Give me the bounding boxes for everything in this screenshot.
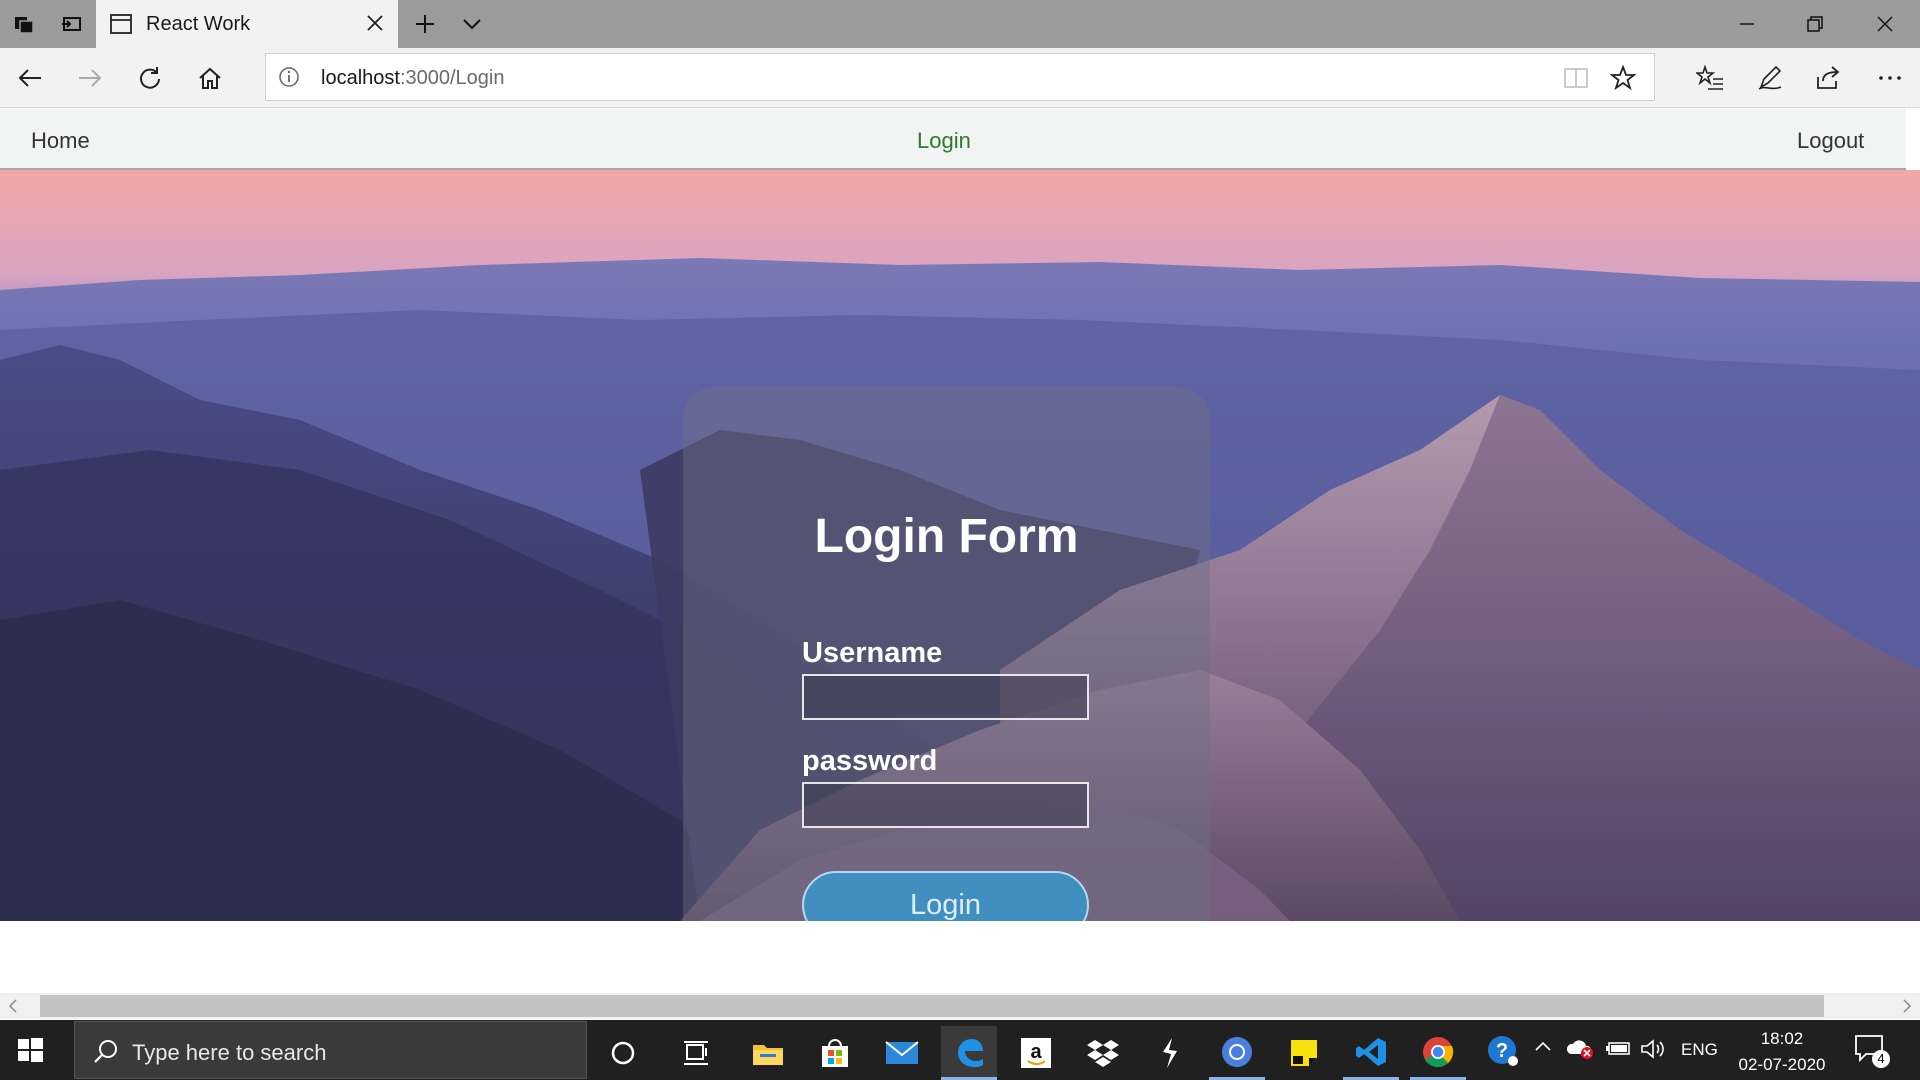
close-tab-icon[interactable] xyxy=(366,14,384,32)
more-options-icon[interactable] xyxy=(1876,64,1904,92)
dropbox-icon[interactable] xyxy=(1075,1026,1131,1080)
search-icon xyxy=(93,1038,119,1064)
amazon-icon[interactable]: a xyxy=(1008,1026,1064,1080)
scrollbar-thumb[interactable] xyxy=(40,995,1824,1017)
mountain-background-image: Login Form Username password Login xyxy=(0,170,1920,921)
username-label: Username xyxy=(802,637,943,669)
app-navbar: Home Login Logout xyxy=(0,108,1906,170)
address-bar[interactable]: localhost:3000/Login xyxy=(265,53,1655,101)
horizontal-scrollbar[interactable] xyxy=(0,993,1920,1019)
browser-toolbar: localhost:3000/Login xyxy=(0,48,1920,108)
svg-text:?: ? xyxy=(1496,1040,1508,1062)
clock-date: 02-07-2020 xyxy=(1738,1055,1826,1074)
url-text[interactable]: localhost:3000/Login xyxy=(321,67,504,90)
file-explorer-icon[interactable] xyxy=(740,1026,796,1080)
svg-text:a: a xyxy=(1030,1041,1042,1063)
password-input[interactable] xyxy=(802,782,1089,828)
search-placeholder: Type here to search xyxy=(132,1040,327,1065)
set-aside-tabs-icon[interactable] xyxy=(60,12,84,36)
nav-home-link[interactable]: Home xyxy=(31,128,90,154)
cortana-icon[interactable] xyxy=(595,1026,651,1080)
site-info-icon[interactable] xyxy=(278,66,300,88)
tab-title: React Work xyxy=(146,13,251,35)
help-icon[interactable]: ? xyxy=(1486,1034,1520,1068)
new-tab-icon[interactable] xyxy=(413,12,437,36)
notes-pen-icon[interactable] xyxy=(1756,64,1784,92)
back-icon[interactable] xyxy=(16,64,44,92)
windows-taskbar: Type here to search a ? ENG 18:02 02-07-… xyxy=(0,1020,1920,1080)
login-submit-button[interactable]: Login xyxy=(802,871,1089,921)
microsoft-store-icon[interactable] xyxy=(807,1026,863,1080)
tab-list-chevron-icon[interactable] xyxy=(460,12,484,36)
show-hidden-icons-chevron-icon[interactable] xyxy=(1534,1038,1552,1056)
volume-icon[interactable] xyxy=(1640,1038,1666,1060)
close-window-icon[interactable] xyxy=(1851,0,1919,48)
form-title: Login Form xyxy=(814,510,1079,563)
sublime-text-icon[interactable] xyxy=(1142,1026,1198,1080)
restore-icon[interactable] xyxy=(1781,0,1849,48)
task-view-icon[interactable] xyxy=(668,1026,724,1080)
taskbar-clock[interactable]: 18:02 02-07-2020 xyxy=(1736,1026,1828,1078)
favorites-icon[interactable] xyxy=(1696,64,1724,92)
home-icon[interactable] xyxy=(196,64,224,92)
input-language[interactable]: ENG xyxy=(1681,1040,1718,1060)
onedrive-error-icon[interactable] xyxy=(1566,1038,1594,1060)
taskbar-search-box[interactable]: Type here to search xyxy=(74,1021,587,1079)
tab-actions-icon[interactable] xyxy=(12,12,36,36)
nav-logout-link[interactable]: Logout xyxy=(1797,128,1864,154)
chrome-icon[interactable] xyxy=(1410,1026,1466,1080)
favorite-star-icon[interactable] xyxy=(1610,65,1636,91)
edge-browser-icon[interactable] xyxy=(941,1026,997,1080)
notification-count-badge: 4 xyxy=(1872,1050,1890,1068)
page-icon xyxy=(110,14,132,34)
refresh-icon[interactable] xyxy=(136,64,164,92)
windows-start-icon[interactable] xyxy=(16,1036,44,1064)
scroll-left-icon[interactable] xyxy=(4,997,22,1015)
share-icon[interactable] xyxy=(1814,64,1842,92)
clock-time: 18:02 xyxy=(1760,1029,1804,1048)
vscode-icon[interactable] xyxy=(1343,1026,1399,1080)
reading-view-icon[interactable] xyxy=(1564,67,1588,89)
sticky-notes-icon[interactable] xyxy=(1276,1026,1332,1080)
nav-login-link[interactable]: Login xyxy=(917,128,971,154)
mail-icon[interactable] xyxy=(874,1026,930,1080)
chromium-icon[interactable] xyxy=(1209,1026,1265,1080)
minimize-icon[interactable] xyxy=(1713,0,1781,48)
battery-icon[interactable] xyxy=(1606,1038,1632,1058)
username-input[interactable] xyxy=(802,674,1089,720)
forward-icon[interactable] xyxy=(76,64,104,92)
password-label: password xyxy=(802,745,938,777)
browser-tab-bar: React Work xyxy=(0,0,1920,48)
action-center-icon[interactable]: 4 xyxy=(1854,1034,1890,1068)
scroll-right-icon[interactable] xyxy=(1898,997,1916,1015)
login-card: Login Form Username password Login xyxy=(683,387,1210,921)
tab-react-work[interactable]: React Work xyxy=(96,0,398,48)
